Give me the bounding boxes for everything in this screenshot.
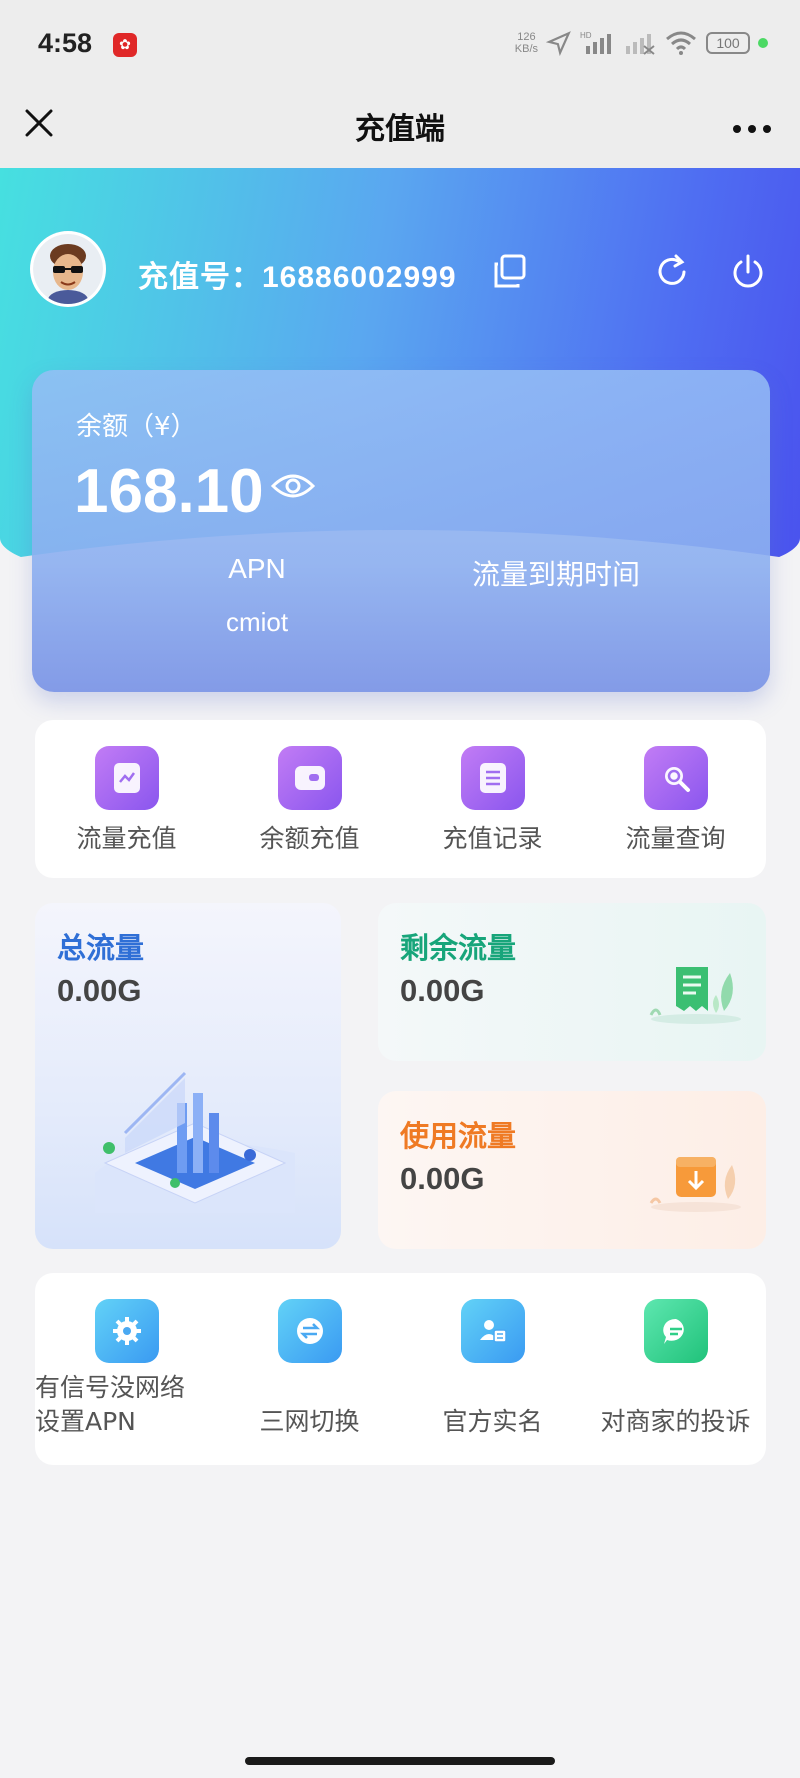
home-indicator [245, 1757, 555, 1765]
data-recharge-icon [94, 746, 159, 810]
signal-hd-icon: HD [580, 31, 611, 54]
status-time: 4:58 [38, 28, 93, 58]
message-icon [643, 1299, 708, 1363]
used-data-title: 使用流量 [400, 1119, 517, 1153]
service-network-switch[interactable]: 三网切换 [218, 1299, 401, 1439]
used-data-value: 0.00G [400, 1161, 485, 1196]
search-icon [643, 746, 708, 810]
total-data-value: 0.00G [57, 973, 142, 1008]
indicator-dot [758, 38, 768, 48]
recharge-number: 充值号：16886002999 [138, 261, 457, 294]
balance-label: 余额（¥） [76, 412, 197, 442]
remaining-data-title: 剩余流量 [400, 931, 517, 965]
app-notification-icon: ✿ [113, 33, 137, 57]
download-box-icon [649, 1157, 741, 1212]
id-card-icon [460, 1299, 525, 1363]
service-real-name[interactable]: 官方实名 [401, 1299, 584, 1439]
more-icon[interactable] [732, 124, 772, 134]
power-icon[interactable] [728, 252, 768, 292]
settings-icon [94, 1299, 159, 1363]
action-recharge-record[interactable]: 充值记录 [401, 746, 584, 856]
service-label-line2: 三网切换 [259, 1407, 360, 1436]
quick-actions: 流量充值 余额充值 充值记录 流量查询 [35, 720, 766, 878]
wifi-icon [666, 31, 696, 55]
wallet-icon [277, 746, 342, 810]
signal-icon [626, 34, 655, 55]
refresh-icon[interactable] [652, 252, 692, 292]
expire-label: 流量到期时间 [472, 558, 641, 591]
apn-value: cmiot [225, 607, 289, 637]
battery-icon: 100 [706, 32, 750, 54]
record-icon [460, 746, 525, 810]
service-label-line2: 对商家的投诉 [600, 1407, 751, 1436]
action-data-recharge[interactable]: 流量充值 [35, 746, 218, 856]
copy-icon[interactable] [490, 252, 530, 292]
service-set-apn[interactable]: 有信号没网络 设置APN [35, 1299, 218, 1439]
used-data-card: 使用流量 0.00G [378, 1091, 766, 1249]
eye-icon[interactable] [270, 470, 316, 502]
action-data-query[interactable]: 流量查询 [584, 746, 767, 856]
switch-icon [277, 1299, 342, 1363]
total-data-card: 总流量 0.00G [35, 903, 341, 1249]
status-bar: 4:58 ✿ 126 KB/s HD 100 [0, 0, 800, 90]
avatar[interactable] [30, 231, 106, 307]
service-label-line1: 有信号没网络 [35, 1373, 186, 1402]
location-icon [546, 31, 571, 56]
receipt-icon [649, 967, 741, 1024]
total-data-title: 总流量 [57, 931, 145, 965]
net-speed: 126 KB/s [514, 31, 538, 55]
remaining-data-value: 0.00G [400, 973, 485, 1008]
svg-text:HD: HD [580, 31, 592, 40]
balance-card: 余额（¥） 168.10 APN cmiot 流量到期时间 [32, 370, 770, 692]
action-balance-recharge[interactable]: 余额充值 [218, 746, 401, 856]
data-chart-illustration [95, 1071, 295, 1213]
remaining-data-card: 剩余流量 0.00G [378, 903, 766, 1061]
apn-label: APN [228, 553, 286, 584]
service-complaint[interactable]: 对商家的投诉 [584, 1299, 767, 1439]
service-label-line2: 官方实名 [442, 1407, 543, 1436]
status-icons: 126 KB/s HD 100 [515, 30, 768, 56]
balance-value: 168.10 [74, 457, 264, 526]
service-label-line2: 设置APN [35, 1407, 136, 1436]
nav-bar: 充值端 [0, 90, 800, 168]
service-actions: 有信号没网络 设置APN 三网切换 官方实名 对商家的投诉 [35, 1273, 766, 1465]
page-title: 充值端 [355, 112, 445, 147]
